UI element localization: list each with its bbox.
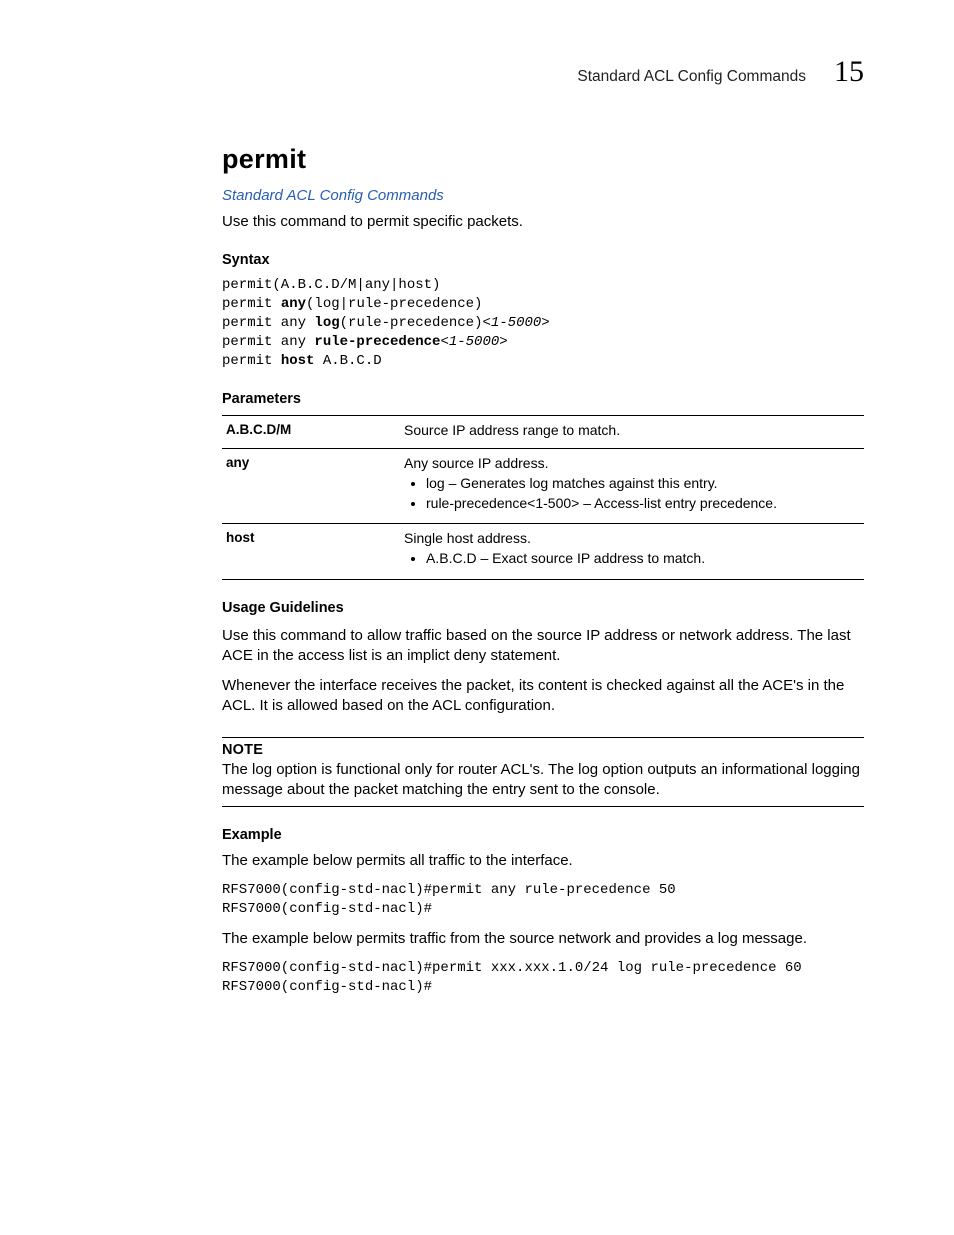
note-text: The log option is functional only for ro… <box>222 760 864 801</box>
example-code-2: RFS7000(config-std-nacl)#permit xxx.xxx.… <box>222 959 864 997</box>
usage-para-1: Use this command to allow traffic based … <box>222 626 864 667</box>
example-code-1: RFS7000(config-std-nacl)#permit any rule… <box>222 881 864 919</box>
page: Standard ACL Config Commands 15 permit S… <box>0 0 954 1235</box>
param-key: host <box>222 524 400 579</box>
header-section: Standard ACL Config Commands <box>577 68 806 86</box>
syntax-code: permit(A.B.C.D/M|any|host) permit any(lo… <box>222 276 864 370</box>
note-block: NOTE The log option is functional only f… <box>222 737 864 808</box>
intro-text: Use this command to permit specific pack… <box>222 212 864 232</box>
param-desc: Single host address.A.B.C.D – Exact sour… <box>400 524 864 579</box>
example-intro-2: The example below permits traffic from t… <box>222 929 864 949</box>
usage-heading: Usage Guidelines <box>222 600 864 616</box>
param-bullet: rule-precedence<1-500> – Access-list ent… <box>426 493 860 513</box>
table-row: hostSingle host address.A.B.C.D – Exact … <box>222 524 864 579</box>
page-title: permit <box>222 144 864 175</box>
note-label: NOTE <box>222 742 864 758</box>
table-row: anyAny source IP address.log – Generates… <box>222 448 864 524</box>
param-bullet: A.B.C.D – Exact source IP address to mat… <box>426 548 860 568</box>
usage-para-2: Whenever the interface receives the pack… <box>222 676 864 717</box>
param-key: A.B.C.D/M <box>222 415 400 448</box>
parameters-table: A.B.C.D/MSource IP address range to matc… <box>222 415 864 580</box>
example-heading: Example <box>222 827 864 843</box>
running-header: Standard ACL Config Commands 15 <box>222 55 864 89</box>
header-chapter-number: 15 <box>834 55 864 89</box>
cross-reference-link[interactable]: Standard ACL Config Commands <box>222 187 864 204</box>
example-intro-1: The example below permits all traffic to… <box>222 851 864 871</box>
table-row: A.B.C.D/MSource IP address range to matc… <box>222 415 864 448</box>
syntax-heading: Syntax <box>222 252 864 268</box>
param-key: any <box>222 448 400 524</box>
param-desc: Source IP address range to match. <box>400 415 864 448</box>
param-bullet: log – Generates log matches against this… <box>426 473 860 493</box>
parameters-heading: Parameters <box>222 391 864 407</box>
param-desc: Any source IP address.log – Generates lo… <box>400 448 864 524</box>
